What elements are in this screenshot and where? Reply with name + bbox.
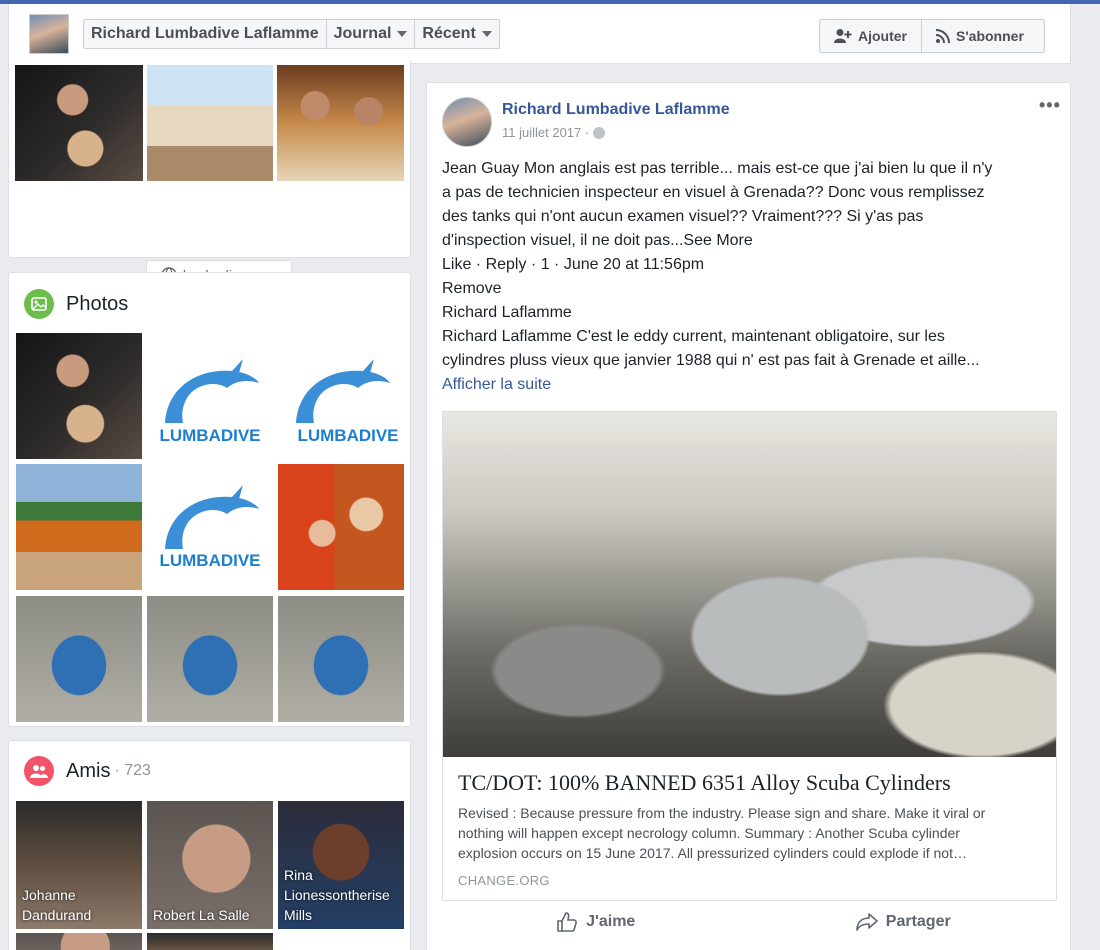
featured-photo[interactable] — [147, 65, 273, 181]
friend-name-line: Lionessontherise — [284, 887, 390, 903]
see-more-link[interactable]: Afficher la suite — [442, 373, 1057, 397]
shared-link-card[interactable]: TC/DOT: 100% BANNED 6351 Alloy Scuba Cyl… — [442, 411, 1057, 901]
photos-header[interactable]: Photos — [24, 289, 128, 319]
friend-name: Robert La Salle — [153, 905, 250, 925]
photo-thumbnail[interactable] — [147, 596, 273, 722]
photo-thumbnail[interactable]: LUMBADIVE — [147, 333, 273, 459]
recent-label: Récent — [422, 25, 476, 42]
share-label: Partager — [885, 913, 951, 930]
link-preview-image[interactable] — [443, 412, 1056, 757]
share-button[interactable]: Partager — [750, 911, 1058, 933]
photo-thumbnail[interactable] — [278, 596, 404, 722]
friends-header[interactable]: Amis · 723 — [24, 756, 151, 786]
friends-icon — [24, 756, 54, 786]
friends-card: Amis · 723 Johanne Dandurand Robert La S… — [8, 740, 411, 950]
post-body: Jean Guay Mon anglais est pas terrible..… — [442, 157, 1057, 397]
post-text-line: Remove — [442, 280, 502, 297]
dolphin-logo-icon: LUMBADIVE — [159, 359, 261, 445]
like-label: J'aime — [586, 913, 636, 930]
friend-name: Johanne Dandurand — [22, 885, 91, 925]
subscribe-button[interactable]: S'abonner — [922, 20, 1044, 52]
featured-photo[interactable] — [277, 65, 404, 181]
friend-tile[interactable] — [16, 933, 142, 950]
breadcrumb: Richard Lumbadive Laflamme Journal Récen… — [83, 19, 500, 49]
add-friend-button[interactable]: Ajouter — [820, 20, 922, 52]
timeline-post: Richard Lumbadive Laflamme 11 juillet 20… — [426, 82, 1071, 950]
post-options-button[interactable]: ••• — [1039, 95, 1061, 116]
post-text-line: d'inspection visuel, il ne doit pas...Se… — [442, 232, 753, 249]
profile-name: Richard Lumbadive Laflamme — [91, 25, 319, 42]
friend-tile[interactable]: Robert La Salle — [147, 801, 273, 929]
add-friend-label: Ajouter — [858, 28, 907, 44]
logo-text: LUMBADIVE — [297, 426, 398, 445]
chevron-down-icon — [481, 31, 492, 37]
dolphin-logo-icon: LUMBADIVE — [159, 485, 261, 570]
add-friend-icon — [834, 29, 852, 43]
friend-tile[interactable] — [278, 933, 404, 950]
profile-header: Richard Lumbadive Laflamme Journal Récen… — [8, 4, 1071, 64]
post-meta: 11 juillet 2017 · — [502, 125, 606, 140]
photos-title: Photos — [66, 292, 129, 315]
post-actions: J'aime Partager — [442, 911, 1057, 933]
dolphin-logo-icon: LUMBADIVE — [296, 359, 399, 445]
photo-thumbnail[interactable] — [278, 464, 404, 590]
link-description: Revised : Because pressure from the indu… — [458, 803, 1043, 863]
photo-thumbnail[interactable]: LUMBADIVE — [278, 333, 404, 459]
friends-title: Amis — [66, 759, 111, 782]
privacy-globe-icon[interactable] — [593, 126, 606, 139]
friend-name-line: Dandurand — [22, 907, 92, 923]
link-description-line: Revised : Because pressure from the indu… — [458, 805, 986, 821]
header-actions: Ajouter S'abonner — [819, 19, 1045, 53]
chevron-down-icon — [397, 31, 408, 37]
link-description-line: explosion occurs on 15 June 2017. All pr… — [458, 845, 967, 861]
post-text-line: des tanks qui n'ont aucun examen visuel?… — [442, 208, 924, 225]
post-author-name[interactable]: Richard Lumbadive Laflamme — [502, 101, 730, 119]
logo-text: LUMBADIVE — [159, 426, 260, 445]
like-button[interactable]: J'aime — [442, 911, 750, 933]
featured-photo[interactable] — [15, 65, 143, 181]
post-text-line: cylindres pluss vieux que janvier 1988 q… — [442, 352, 980, 369]
post-text-line: Richard Laflamme — [442, 304, 572, 321]
photo-thumbnail[interactable] — [16, 596, 142, 722]
share-icon — [855, 913, 878, 931]
photo-thumbnail[interactable]: LUMBADIVE — [147, 464, 273, 590]
logo-text: LUMBADIVE — [159, 551, 260, 570]
breadcrumb-profile-name[interactable]: Richard Lumbadive Laflamme — [84, 20, 327, 48]
post-text-line: Jean Guay Mon anglais est pas terrible..… — [442, 160, 993, 177]
thumbs-up-icon — [557, 912, 578, 932]
photos-card: Photos LUMBADIVE LUMBADIVE LUMBADIVE — [8, 272, 411, 727]
link-source: CHANGE.ORG — [458, 873, 550, 888]
intro-card: lumbadive.com — [8, 60, 411, 290]
friend-tile[interactable]: Rina Lionessontherise Mills — [278, 801, 404, 929]
friend-name: Rina Lionessontherise Mills — [284, 865, 390, 925]
link-title[interactable]: TC/DOT: 100% BANNED 6351 Alloy Scuba Cyl… — [458, 770, 951, 796]
rss-icon — [936, 29, 950, 43]
post-date[interactable]: 11 juillet 2017 · — [502, 125, 589, 140]
post-text-line: Like · Reply · 1 · June 20 at 11:56pm — [442, 256, 705, 273]
friend-name-line: Johanne — [22, 887, 76, 903]
photo-thumbnail[interactable] — [16, 333, 142, 459]
friend-name-line: Rina — [284, 867, 313, 883]
friend-name-line: Robert La Salle — [153, 907, 250, 923]
friend-name-line: Mills — [284, 907, 312, 923]
recent-dropdown[interactable]: Récent — [415, 20, 498, 48]
friends-count: · 723 — [114, 762, 151, 779]
friend-tile[interactable] — [147, 933, 273, 950]
journal-label: Journal — [333, 25, 392, 42]
post-text-line: a pas de technicien inspecteur en visuel… — [442, 184, 985, 201]
photos-icon — [24, 289, 54, 319]
link-description-line: nothing will happen except necrology col… — [458, 825, 960, 841]
post-text-line: Richard Laflamme C'est le eddy current, … — [442, 328, 945, 345]
photo-thumbnail[interactable] — [16, 464, 142, 590]
post-author-avatar[interactable] — [442, 97, 492, 147]
profile-avatar[interactable] — [29, 14, 69, 54]
friend-tile[interactable]: Johanne Dandurand — [16, 801, 142, 929]
subscribe-label: S'abonner — [956, 28, 1024, 44]
journal-dropdown[interactable]: Journal — [327, 20, 416, 48]
